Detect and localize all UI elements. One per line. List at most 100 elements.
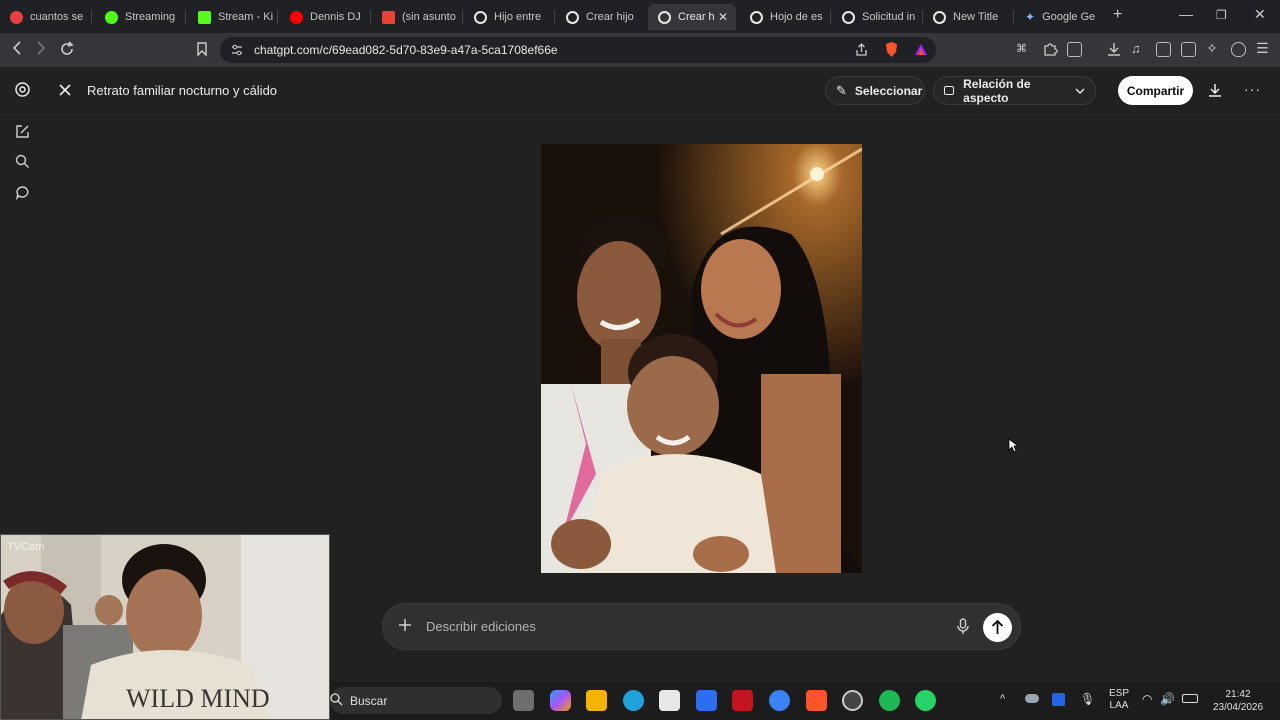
vpn-icon[interactable] — [1231, 42, 1246, 57]
browser-tab-strip: cuantos se Streaming Stream - Ki Dennis … — [0, 0, 1280, 33]
mail-icon[interactable] — [769, 690, 790, 711]
tab-label: Solicitud in — [862, 11, 916, 23]
volume-icon[interactable]: 🔊 — [1160, 692, 1175, 706]
tab[interactable]: New Title — [923, 4, 1011, 30]
plus-icon[interactable] — [398, 615, 412, 638]
tab-divider — [370, 10, 371, 24]
leo-ai-icon[interactable]: ✧ — [1206, 40, 1221, 56]
tab-favicon-icon — [566, 10, 579, 24]
tab[interactable]: (sin asunto — [372, 4, 460, 30]
tab[interactable]: Streaming — [95, 4, 183, 30]
clock-date: 23/04/2026 — [1212, 702, 1264, 713]
tab[interactable]: Crear hijo — [556, 4, 644, 30]
clock-time: 21:42 — [1225, 689, 1251, 700]
edit-prompt-input[interactable]: Describir ediciones — [426, 619, 536, 634]
clock[interactable]: 21:42 23/04/2026 — [1208, 688, 1268, 714]
aspect-ratio-icon — [944, 86, 955, 95]
shirt-print: WILD MIND — [126, 684, 270, 713]
tab-favicon-icon — [842, 10, 855, 24]
aspect-ratio-label: Relación de aspecto — [963, 76, 1031, 105]
arrow-up-icon — [991, 619, 1004, 634]
tab[interactable]: Hijo entre — [464, 4, 552, 30]
store-icon[interactable] — [659, 690, 680, 711]
tab[interactable]: ✦ Google Ge — [1015, 4, 1103, 30]
sidebar-icon[interactable] — [1156, 42, 1171, 57]
select-button[interactable]: ✎ Seleccionar — [825, 76, 925, 105]
tab[interactable]: Solicitud in — [832, 4, 920, 30]
mcafee-icon[interactable] — [732, 690, 753, 711]
music-icon[interactable]: ♫ — [1131, 41, 1146, 56]
app-tray-icon[interactable] — [1052, 693, 1065, 706]
puzzle-icon[interactable] — [1042, 41, 1058, 56]
language-code: ESP — [1109, 688, 1130, 699]
chatgpt-icon[interactable] — [842, 690, 863, 711]
bookmark-icon[interactable] — [195, 41, 209, 61]
menu-icon[interactable]: ☰ — [1256, 40, 1271, 56]
tab[interactable]: Dennis DJ — [280, 4, 368, 30]
tab[interactable]: Hojo de es — [740, 4, 828, 30]
site-settings-icon[interactable] — [230, 43, 244, 62]
keyboard-layout: LAA — [1109, 700, 1129, 711]
chat-bubble-icon[interactable] — [14, 185, 30, 201]
tab[interactable]: Stream - Ki — [188, 4, 274, 30]
chevron-down-icon — [1075, 84, 1085, 98]
reload-icon[interactable] — [59, 41, 75, 61]
battery-icon[interactable] — [1182, 694, 1198, 703]
generated-family-portrait-image[interactable] — [541, 144, 862, 573]
wallet-icon[interactable] — [1181, 42, 1196, 57]
download-icon[interactable] — [1106, 41, 1121, 56]
tab-divider — [1013, 10, 1014, 24]
language-indicator[interactable]: ESP LAA — [1109, 688, 1129, 712]
share-button[interactable]: Compartir — [1118, 76, 1193, 105]
tab-label: Hojo de es — [770, 11, 823, 23]
tab-divider — [830, 10, 831, 24]
tab-label: cuantos se — [30, 11, 84, 23]
image-editor-header: Retrato familiar nocturno y cálido ✎ Sel… — [0, 67, 1280, 115]
wifi-icon[interactable]: ◠ — [1142, 692, 1152, 706]
brave-icon[interactable] — [806, 690, 827, 711]
minimize-button[interactable]: — — [1179, 6, 1193, 22]
download-icon[interactable] — [1207, 82, 1223, 103]
spotify-icon[interactable] — [879, 690, 900, 711]
tab-favicon-icon — [474, 10, 487, 24]
file-explorer-icon[interactable] — [586, 690, 607, 711]
new-chat-icon[interactable] — [14, 124, 30, 140]
chevron-left-icon[interactable] — [10, 40, 24, 60]
openai-logo-icon[interactable] — [14, 81, 30, 97]
chevron-up-icon[interactable]: ^ — [1000, 693, 1005, 705]
extension-icon[interactable]: ⌘ — [1016, 42, 1031, 57]
microphone-icon[interactable] — [957, 618, 969, 640]
app-icon[interactable] — [696, 690, 717, 711]
new-tab-button[interactable]: + — [1113, 6, 1122, 24]
send-button[interactable] — [983, 613, 1012, 642]
windows-taskbar: Buscar ^ 🎙 ESP LAA ◠ 🔊 21:42 23/04/2026 — [330, 682, 1280, 720]
share-page-icon[interactable] — [854, 42, 869, 62]
taskbar-search[interactable]: Buscar — [330, 687, 502, 714]
tab-favicon-icon — [198, 10, 211, 24]
whatsapp-icon[interactable] — [915, 690, 936, 711]
address-bar[interactable]: chatgpt.com/c/69ead082-5d70-83e9-a47a-5c… — [220, 37, 936, 63]
share-label: Compartir — [1126, 83, 1185, 98]
tab[interactable]: cuantos se — [0, 4, 88, 30]
onedrive-icon[interactable] — [1025, 694, 1039, 703]
restore-button[interactable]: ❐ — [1216, 8, 1227, 22]
aspect-ratio-dropdown[interactable]: Relación de aspecto — [933, 76, 1096, 105]
tab-active[interactable]: Crear h ✕ — [648, 4, 736, 30]
tab-label: Streaming — [125, 11, 176, 23]
tab-close-icon[interactable]: ✕ — [718, 10, 728, 24]
copilot-icon[interactable] — [550, 690, 571, 711]
edge-icon[interactable] — [623, 690, 644, 711]
microphone-icon[interactable]: 🎙 — [1080, 692, 1095, 706]
browser-toolbar: chatgpt.com/c/69ead082-5d70-83e9-a47a-5c… — [0, 33, 1280, 67]
close-icon[interactable] — [58, 83, 72, 102]
tab-favicon-icon — [105, 10, 118, 24]
tab-divider — [91, 10, 92, 24]
task-view-icon[interactable] — [513, 690, 534, 711]
chevron-right-icon[interactable] — [34, 40, 48, 60]
brave-shields-icon[interactable] — [884, 41, 899, 63]
brave-rewards-icon[interactable] — [914, 43, 928, 61]
window-close-button[interactable]: ✕ — [1254, 6, 1266, 23]
screenshot-icon[interactable] — [1067, 42, 1082, 57]
search-icon[interactable] — [14, 154, 30, 170]
more-icon[interactable]: ··· — [1244, 81, 1261, 97]
